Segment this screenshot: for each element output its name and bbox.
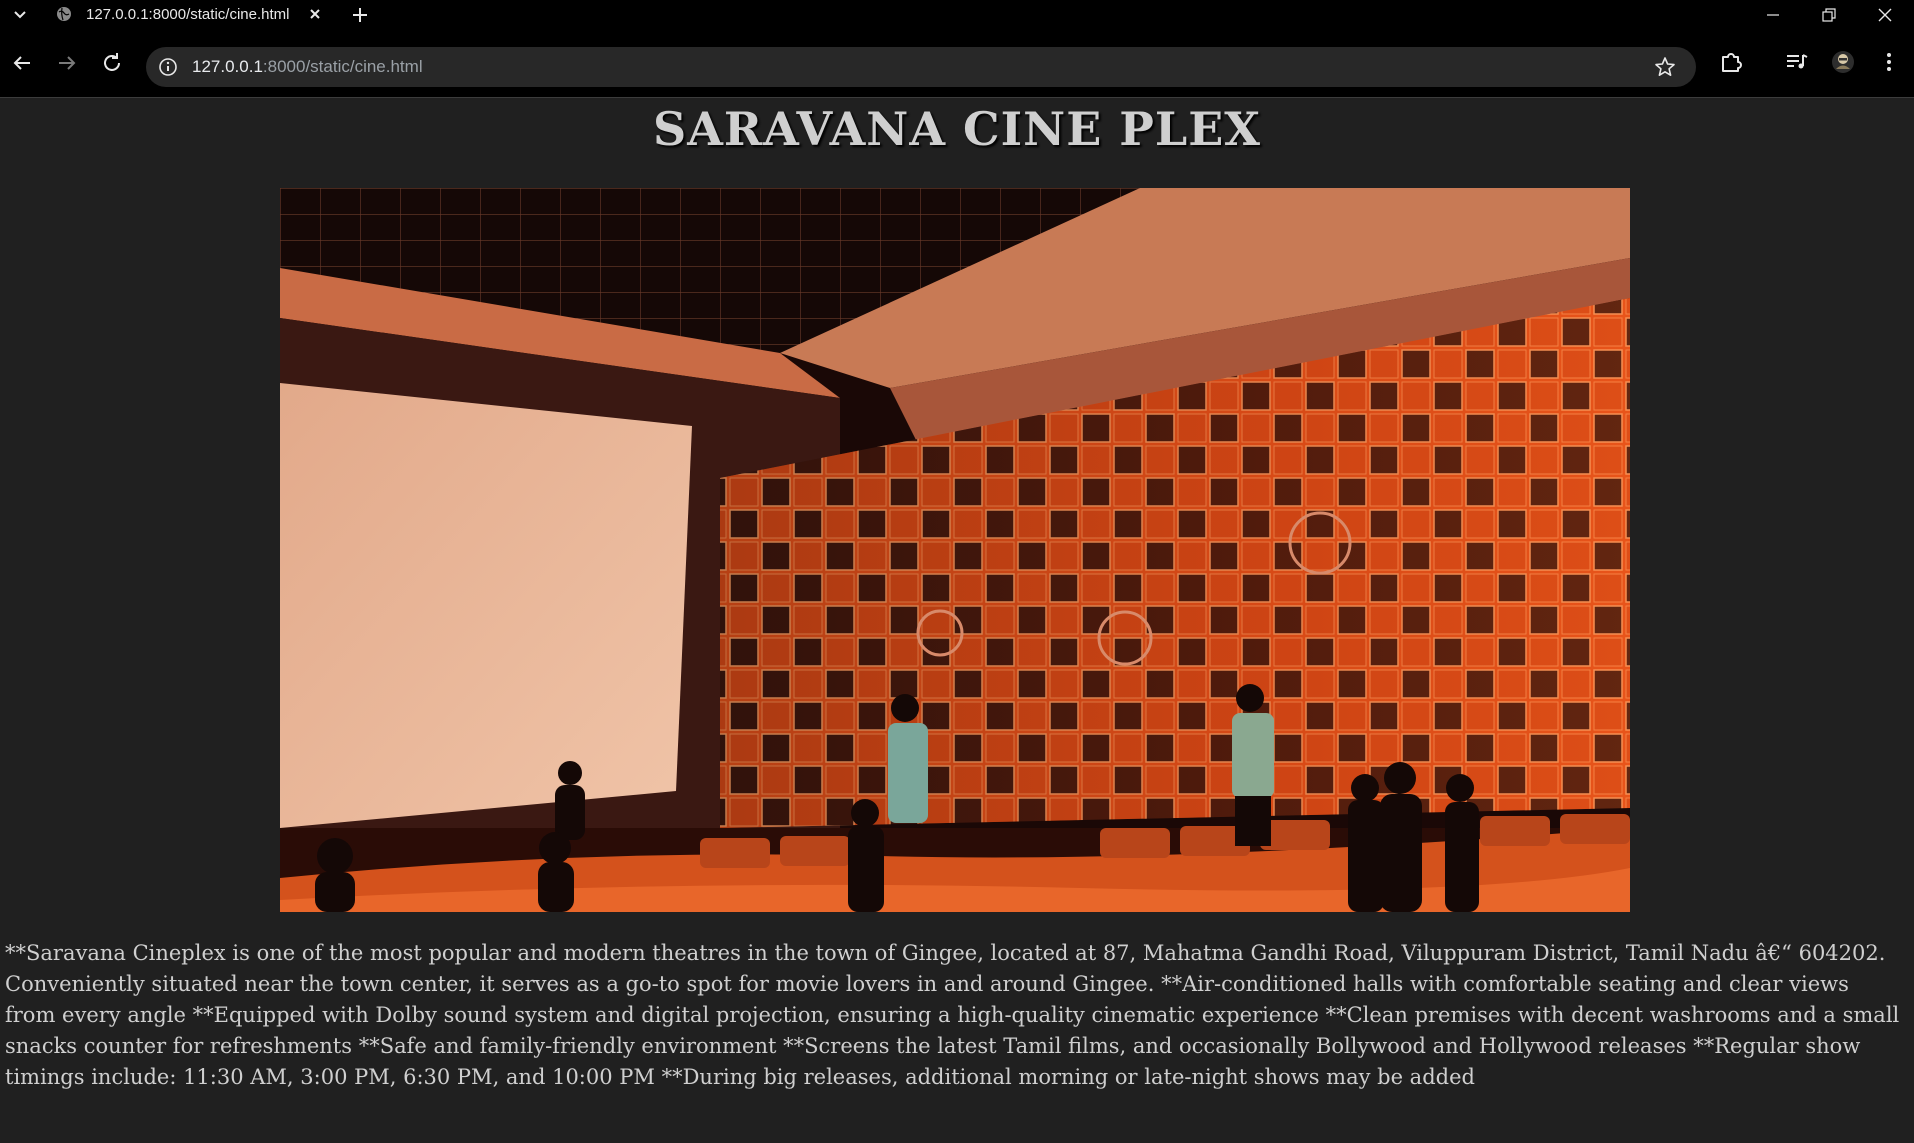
restore-icon[interactable] (1801, 0, 1857, 29)
browser-tab[interactable]: 127.0.0.1:8000/static/cine.html (44, 0, 334, 29)
close-window-icon[interactable] (1857, 0, 1913, 29)
tab-strip: 127.0.0.1:8000/static/cine.html (0, 0, 1914, 29)
address-bar[interactable]: 127.0.0.1:8000/static/cine.html (146, 47, 1696, 87)
url-text[interactable]: 127.0.0.1:8000/static/cine.html (192, 57, 423, 77)
avatar-icon[interactable] (1830, 49, 1856, 75)
close-icon[interactable] (306, 5, 324, 23)
globe-icon (56, 6, 72, 22)
theatre-description: **Saravana Cineplex is one of the most p… (5, 941, 1900, 1089)
reload-icon[interactable] (100, 51, 124, 75)
chevron-down-icon[interactable] (10, 4, 30, 24)
tab-title: 127.0.0.1:8000/static/cine.html (86, 6, 290, 23)
puzzle-icon[interactable] (1718, 49, 1744, 75)
arrow-left-icon[interactable] (10, 51, 34, 75)
plus-icon[interactable] (350, 5, 370, 25)
star-icon[interactable] (1654, 56, 1676, 78)
media-queue-icon[interactable] (1784, 49, 1810, 75)
page-title: SARAVANA CINE PLEX (653, 102, 1261, 156)
url-host: 127.0.0.1 (192, 57, 263, 76)
minimize-icon[interactable] (1745, 0, 1801, 29)
browser-toolbar: 127.0.0.1:8000/static/cine.html (0, 29, 1914, 98)
kebab-menu-icon[interactable] (1876, 49, 1902, 75)
theatre-photo (280, 188, 1630, 912)
url-path: :8000/static/cine.html (262, 57, 423, 76)
page-content: SARAVANA CINE PLEX **Saravana Cineplex i… (0, 98, 1914, 1143)
info-icon[interactable] (158, 57, 178, 77)
arrow-right-icon[interactable] (55, 51, 79, 75)
